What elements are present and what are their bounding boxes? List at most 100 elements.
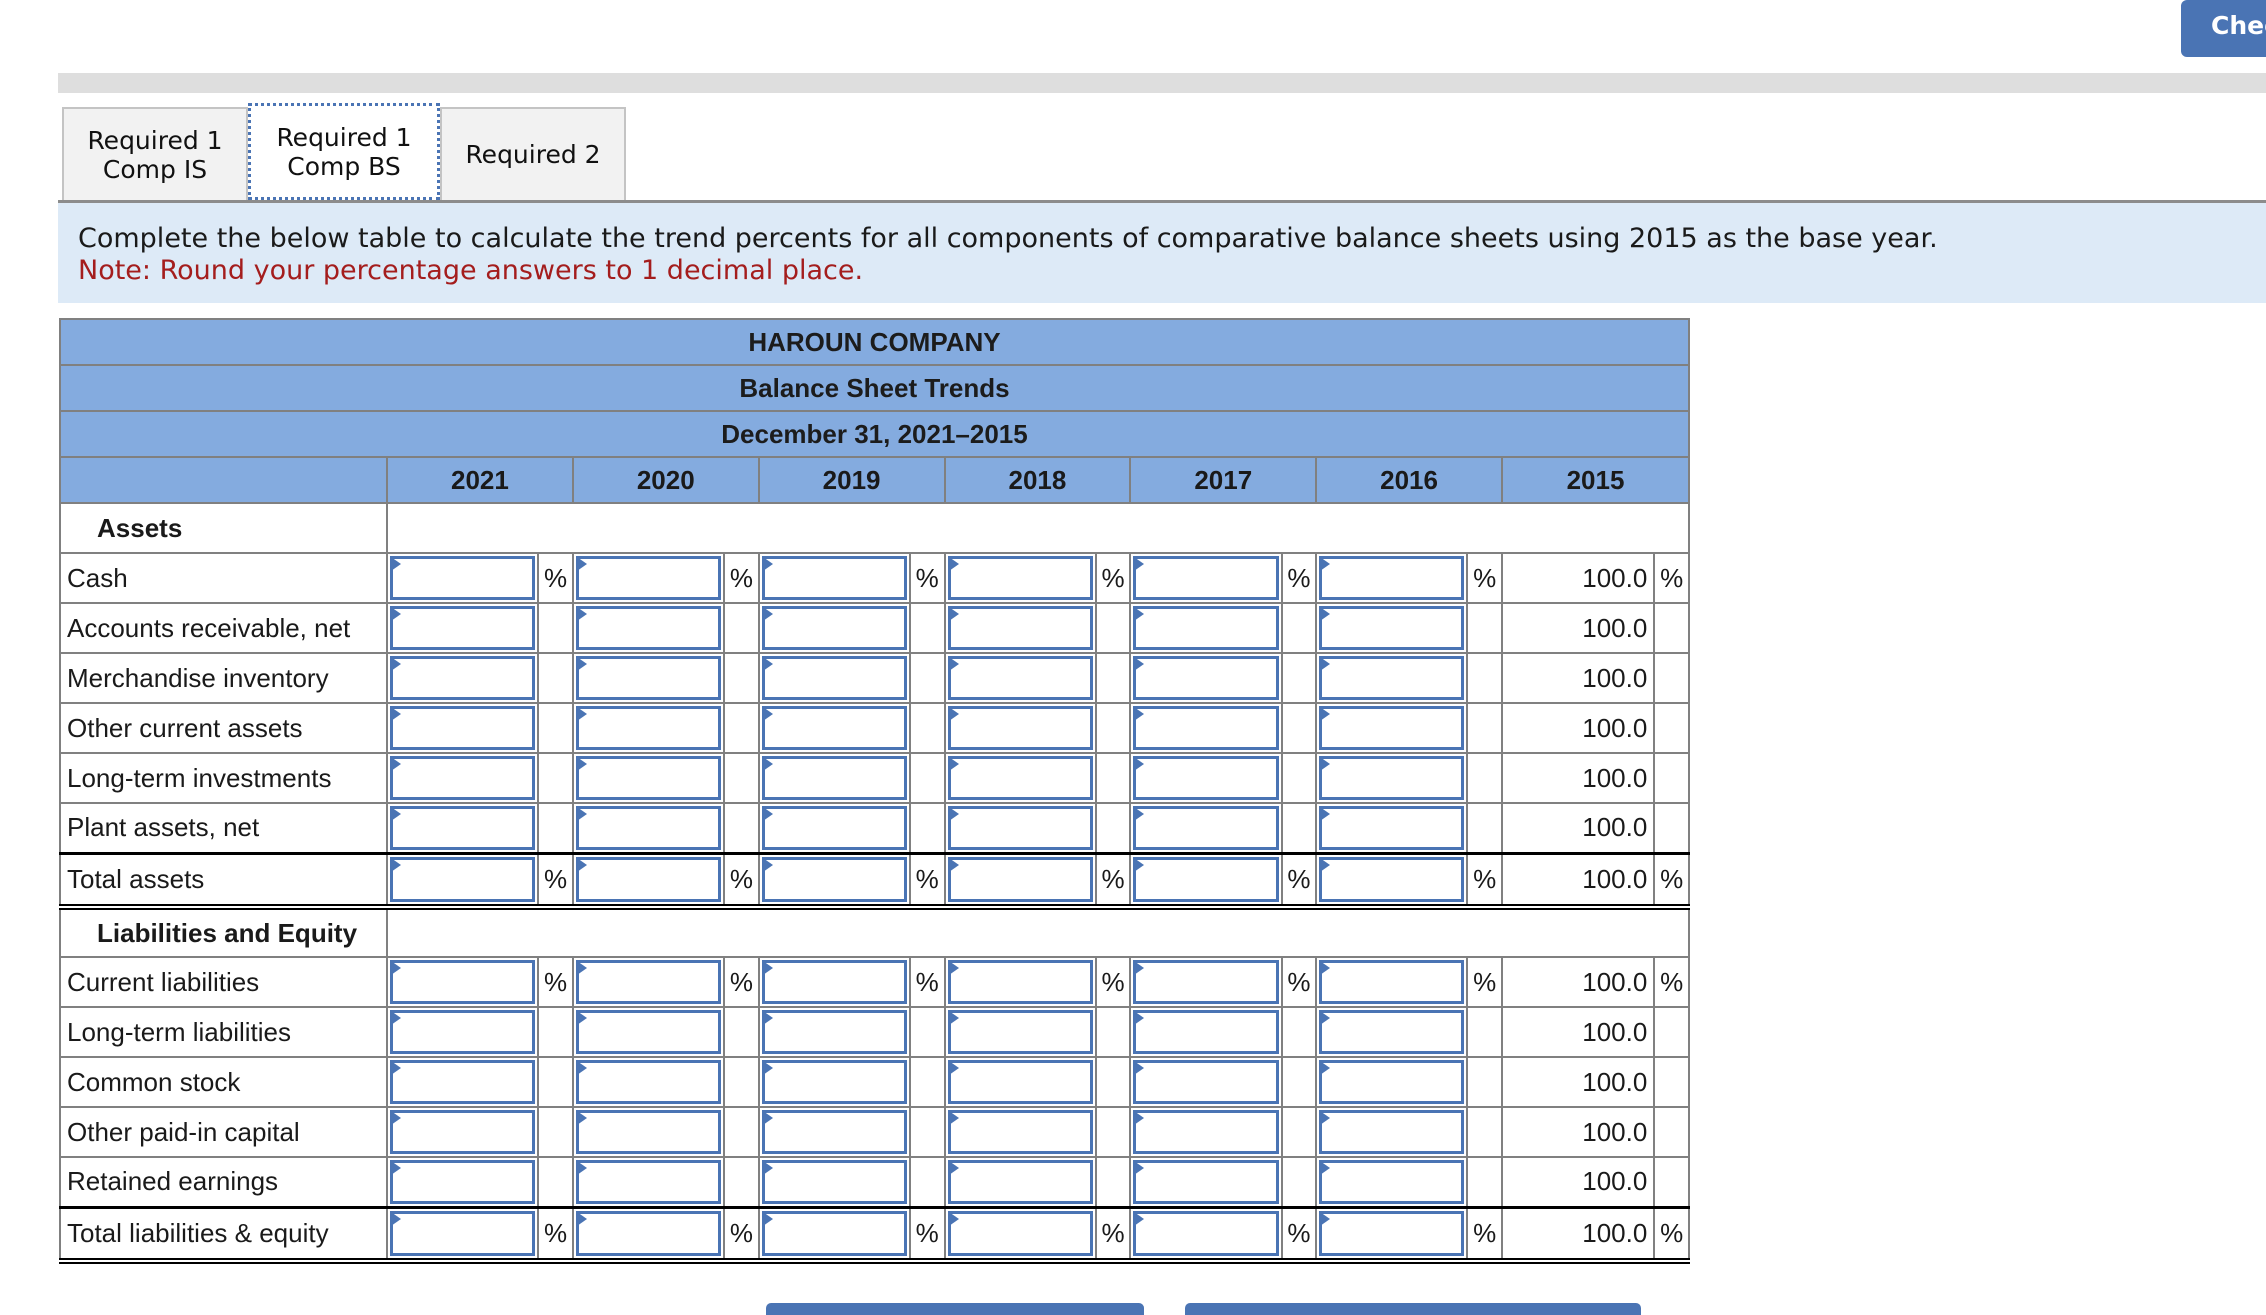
trend-input-2021[interactable] xyxy=(386,802,540,854)
input-box[interactable] xyxy=(1319,1010,1465,1054)
trend-input-2020[interactable] xyxy=(571,702,726,754)
input-box[interactable] xyxy=(947,1110,1093,1154)
trend-input-2018[interactable] xyxy=(943,802,1097,854)
trend-input-2018[interactable] xyxy=(943,552,1097,604)
input-box[interactable] xyxy=(947,1060,1093,1104)
trend-input-2017[interactable] xyxy=(1129,1156,1283,1208)
input-box[interactable] xyxy=(390,806,536,850)
trend-input-2018[interactable] xyxy=(943,956,1097,1008)
input-box[interactable] xyxy=(947,1210,1093,1256)
trend-input-2021[interactable] xyxy=(386,652,540,704)
input-box[interactable] xyxy=(390,1110,536,1154)
trend-input-2021[interactable] xyxy=(386,602,540,654)
input-box[interactable] xyxy=(1133,706,1279,750)
trend-input-2016[interactable] xyxy=(1315,851,1469,910)
trend-input-2019[interactable] xyxy=(757,1106,911,1158)
trend-input-2016[interactable] xyxy=(1315,1056,1469,1108)
input-box[interactable] xyxy=(1319,1110,1465,1154)
trend-input-2020[interactable] xyxy=(571,1205,726,1264)
tab-required-2[interactable]: Required 2 xyxy=(440,107,626,200)
input-box[interactable] xyxy=(390,960,536,1004)
trend-input-2016[interactable] xyxy=(1315,702,1469,754)
trend-input-2017[interactable] xyxy=(1129,1106,1283,1158)
trend-input-2019[interactable] xyxy=(757,652,911,704)
input-box[interactable] xyxy=(947,756,1093,800)
input-box[interactable] xyxy=(390,706,536,750)
input-box[interactable] xyxy=(575,556,722,600)
trend-input-2019[interactable] xyxy=(757,1056,911,1108)
trend-input-2018[interactable] xyxy=(943,1205,1097,1264)
input-box[interactable] xyxy=(761,1060,907,1104)
input-box[interactable] xyxy=(575,960,722,1004)
trend-input-2017[interactable] xyxy=(1129,752,1283,804)
input-box[interactable] xyxy=(1319,856,1465,902)
input-box[interactable] xyxy=(761,1210,907,1256)
trend-input-2020[interactable] xyxy=(571,552,726,604)
input-box[interactable] xyxy=(1319,606,1465,650)
trend-input-2021[interactable] xyxy=(386,1205,540,1264)
trend-input-2021[interactable] xyxy=(386,1006,540,1058)
trend-input-2016[interactable] xyxy=(1315,552,1469,604)
trend-input-2017[interactable] xyxy=(1129,851,1283,910)
trend-input-2017[interactable] xyxy=(1129,1056,1283,1108)
trend-input-2016[interactable] xyxy=(1315,956,1469,1008)
input-box[interactable] xyxy=(1319,756,1465,800)
trend-input-2021[interactable] xyxy=(386,1106,540,1158)
input-box[interactable] xyxy=(390,856,536,902)
trend-input-2019[interactable] xyxy=(757,752,911,804)
trend-input-2016[interactable] xyxy=(1315,802,1469,854)
input-box[interactable] xyxy=(1133,656,1279,700)
trend-input-2018[interactable] xyxy=(943,752,1097,804)
trend-input-2019[interactable] xyxy=(757,802,911,854)
input-box[interactable] xyxy=(1133,1060,1279,1104)
trend-input-2018[interactable] xyxy=(943,1106,1097,1158)
tab-required-1-comp-is[interactable]: Required 1 Comp IS xyxy=(62,107,248,200)
trend-input-2020[interactable] xyxy=(571,1106,726,1158)
input-box[interactable] xyxy=(575,606,722,650)
trend-input-2020[interactable] xyxy=(571,956,726,1008)
input-box[interactable] xyxy=(1133,556,1279,600)
input-box[interactable] xyxy=(761,706,907,750)
input-box[interactable] xyxy=(761,1160,907,1204)
trend-input-2019[interactable] xyxy=(757,1205,911,1264)
input-box[interactable] xyxy=(1133,856,1279,902)
check-button[interactable]: Check xyxy=(2181,0,2266,57)
trend-input-2020[interactable] xyxy=(571,752,726,804)
trend-input-2020[interactable] xyxy=(571,802,726,854)
trend-input-2016[interactable] xyxy=(1315,602,1469,654)
prev-button[interactable] xyxy=(766,1303,1144,1315)
trend-input-2016[interactable] xyxy=(1315,652,1469,704)
trend-input-2018[interactable] xyxy=(943,602,1097,654)
input-box[interactable] xyxy=(947,606,1093,650)
trend-input-2021[interactable] xyxy=(386,702,540,754)
input-box[interactable] xyxy=(947,706,1093,750)
trend-input-2020[interactable] xyxy=(571,652,726,704)
trend-input-2017[interactable] xyxy=(1129,552,1283,604)
trend-input-2018[interactable] xyxy=(943,1156,1097,1208)
trend-input-2021[interactable] xyxy=(386,851,540,910)
input-box[interactable] xyxy=(947,960,1093,1004)
input-box[interactable] xyxy=(575,756,722,800)
input-box[interactable] xyxy=(761,1110,907,1154)
input-box[interactable] xyxy=(1133,806,1279,850)
trend-input-2017[interactable] xyxy=(1129,602,1283,654)
input-box[interactable] xyxy=(947,556,1093,600)
input-box[interactable] xyxy=(390,606,536,650)
input-box[interactable] xyxy=(575,806,722,850)
input-box[interactable] xyxy=(1319,1160,1465,1204)
trend-input-2018[interactable] xyxy=(943,652,1097,704)
input-box[interactable] xyxy=(761,1010,907,1054)
input-box[interactable] xyxy=(575,1110,722,1154)
input-box[interactable] xyxy=(761,756,907,800)
trend-input-2019[interactable] xyxy=(757,552,911,604)
input-box[interactable] xyxy=(947,806,1093,850)
input-box[interactable] xyxy=(390,1160,536,1204)
input-box[interactable] xyxy=(1319,556,1465,600)
input-box[interactable] xyxy=(575,656,722,700)
next-button[interactable] xyxy=(1185,1303,1641,1315)
input-box[interactable] xyxy=(1319,656,1465,700)
trend-input-2021[interactable] xyxy=(386,956,540,1008)
input-box[interactable] xyxy=(575,1210,722,1256)
input-box[interactable] xyxy=(1319,1060,1465,1104)
input-box[interactable] xyxy=(947,1010,1093,1054)
